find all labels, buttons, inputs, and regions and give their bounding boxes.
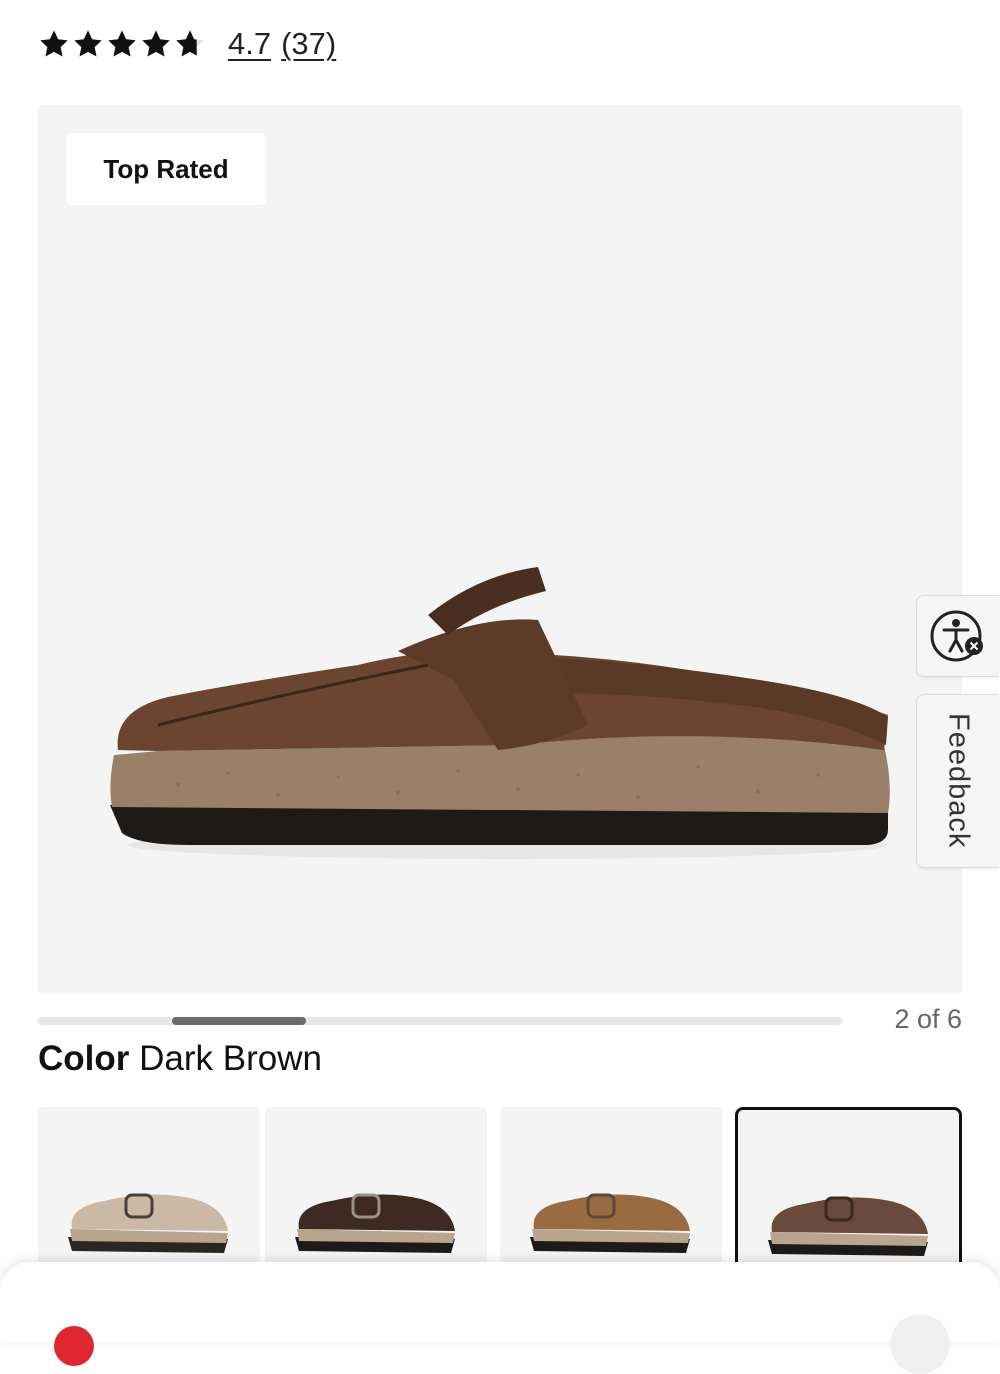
star-icon: [40, 30, 68, 57]
accessibility-button[interactable]: [916, 595, 999, 677]
accessibility-icon: [930, 610, 983, 662]
rating-summary: 4.7 (37): [38, 22, 336, 66]
star-rating: [38, 28, 206, 60]
top-rated-badge: Top Rated: [66, 133, 266, 205]
shoe-thumbnail-image: [295, 1193, 455, 1253]
carousel-progress-thumb: [172, 1017, 306, 1025]
feedback-tab[interactable]: Feedback: [916, 694, 999, 868]
image-counter: 2 of 6: [894, 1004, 962, 1034]
reviews-link[interactable]: 4.7 (37): [228, 26, 336, 62]
star-partial-icon: [176, 30, 204, 57]
sheet-action-button[interactable]: [890, 1314, 950, 1374]
bottom-sheet[interactable]: [0, 1262, 1000, 1374]
shoe-thumbnail-image: [68, 1193, 228, 1253]
brand-logo-icon: [54, 1326, 94, 1366]
product-shoe-image: [110, 567, 890, 859]
star-icon: [74, 30, 102, 57]
color-value: Dark Brown: [139, 1039, 322, 1078]
side-widgets: Feedback: [916, 595, 1000, 868]
review-count[interactable]: (37): [281, 26, 336, 61]
color-swatch[interactable]: [500, 1107, 722, 1267]
star-icon: [108, 30, 136, 57]
shoe-thumbnail-image: [530, 1193, 690, 1253]
product-image-carousel[interactable]: Top Rated: [38, 105, 962, 993]
shoe-thumbnail-image: [768, 1196, 928, 1256]
color-swatch[interactable]: [265, 1107, 487, 1267]
color-swatches: [38, 1107, 962, 1267]
feedback-label: Feedback: [942, 713, 975, 849]
color-swatch-selected[interactable]: [735, 1107, 962, 1267]
color-label: Color: [38, 1039, 130, 1078]
rating-value[interactable]: 4.7: [228, 26, 271, 61]
color-selection: Color Dark Brown: [38, 1036, 322, 1082]
carousel-progress-bar: [38, 1017, 842, 1025]
color-swatch[interactable]: [38, 1107, 260, 1267]
star-icon: [142, 30, 170, 57]
